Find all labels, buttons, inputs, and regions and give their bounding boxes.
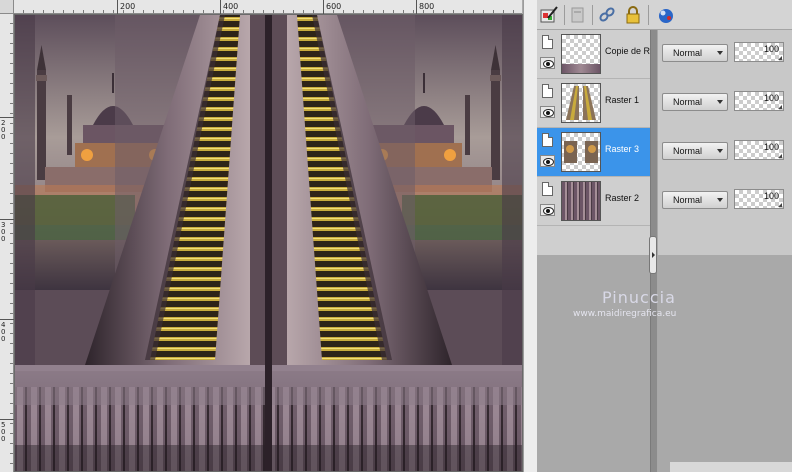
layer-thumbnail [561,132,601,172]
color-ball-icon[interactable] [656,5,676,25]
blend-mode-select[interactable]: Normal [662,142,728,160]
eye-icon[interactable] [540,57,555,69]
canvas-artwork [15,15,522,472]
blend-mode-value: Normal [673,195,703,205]
layer-properties: Normal 100 Normal 100 Normal 100 Normal [650,30,792,255]
layer-controls [537,128,559,176]
chevron-down-icon [717,51,723,55]
ruler-label: 200 [1,119,6,141]
layer-type-icon [542,133,553,147]
layer-row-raster-1[interactable]: Raster 1 [537,79,650,128]
opacity-value: 100 [763,44,779,54]
link-icon[interactable] [597,5,617,25]
layer-controls [537,79,559,127]
ruler-tick [323,0,324,14]
eye-icon[interactable] [540,204,555,216]
resize-corner-icon [778,154,782,158]
layer-row-raster-2[interactable]: Raster 2 [537,177,650,226]
blend-mode-value: Normal [673,146,703,156]
layer-name[interactable]: Copie de R [605,46,650,56]
ruler-tick [0,319,14,320]
lock-icon[interactable] [623,5,643,25]
edit-layer-icon[interactable] [539,5,559,25]
resize-corner-icon [778,56,782,60]
ruler-label: 800 [419,2,435,11]
layer-type-icon [542,35,553,49]
ruler-tick [0,419,14,420]
opacity-field[interactable]: 100 [734,140,784,160]
resize-corner-icon [778,203,782,207]
ruler-label: 400 [1,321,6,343]
layer-name[interactable]: Raster 3 [605,144,639,154]
canvas-scroll-gutter[interactable] [523,0,537,472]
toolbar-separator [592,5,593,25]
watermark-url: www.maidiregrafica.eu [573,309,677,319]
ruler-tick [117,0,118,14]
chevron-down-icon [717,198,723,202]
vertical-ruler: 200 300 400 500 [0,14,14,472]
toolbar-separator [648,5,649,25]
image-canvas[interactable] [15,15,522,472]
layer-thumbnail [561,83,601,123]
layer-row-raster-3[interactable]: Raster 3 [537,128,650,177]
layer-thumbnail [561,34,601,74]
splitter-collapse-handle[interactable] [649,236,657,274]
opacity-value: 100 [763,191,779,201]
layer-name[interactable]: Raster 1 [605,95,639,105]
blend-mode-select[interactable]: Normal [662,44,728,62]
layer-controls [537,30,559,78]
layer-row-copie-de-r[interactable]: Copie de R [537,30,650,79]
ruler-tick [0,117,14,118]
layer-type-icon [542,182,553,196]
layers-panel: Copie de R Raster 1 Raster 3 Raster 2 No… [537,0,792,472]
blend-mode-select[interactable]: Normal [662,93,728,111]
ruler-label: 600 [326,2,342,11]
blend-mode-select[interactable]: Normal [662,191,728,209]
opacity-field[interactable]: 100 [734,91,784,111]
resize-corner-icon [778,105,782,109]
eye-icon[interactable] [540,106,555,118]
new-layer-icon[interactable] [567,5,587,25]
eye-icon[interactable] [540,155,555,167]
blend-mode-value: Normal [673,97,703,107]
ruler-label: 300 [1,221,6,243]
ruler-tick [416,0,417,14]
opacity-value: 100 [763,93,779,103]
opacity-value: 100 [763,142,779,152]
horizontal-ruler: 200 400 600 800 [14,0,522,14]
properties-empty-area [658,255,792,472]
ruler-label: 400 [223,2,239,11]
opacity-field[interactable]: 100 [734,42,784,62]
layer-thumbnail [561,181,601,221]
blend-mode-value: Normal [673,48,703,58]
layer-type-icon [542,84,553,98]
chevron-down-icon [717,149,723,153]
ruler-tick [0,219,14,220]
opacity-field[interactable]: 100 [734,189,784,209]
ruler-label: 200 [120,2,136,11]
ruler-corner [0,0,14,14]
ruler-label: 500 [1,421,6,443]
ruler-tick [220,0,221,14]
layers-toolbar [537,0,792,30]
layers-list: Copie de R Raster 1 Raster 3 Raster 2 [537,30,650,255]
watermark-name: Pinuccia [602,288,676,307]
chevron-down-icon [717,100,723,104]
toolbar-separator [564,5,565,25]
layer-name[interactable]: Raster 2 [605,193,639,203]
panel-bottom-strip [670,462,792,472]
layer-controls [537,177,559,225]
